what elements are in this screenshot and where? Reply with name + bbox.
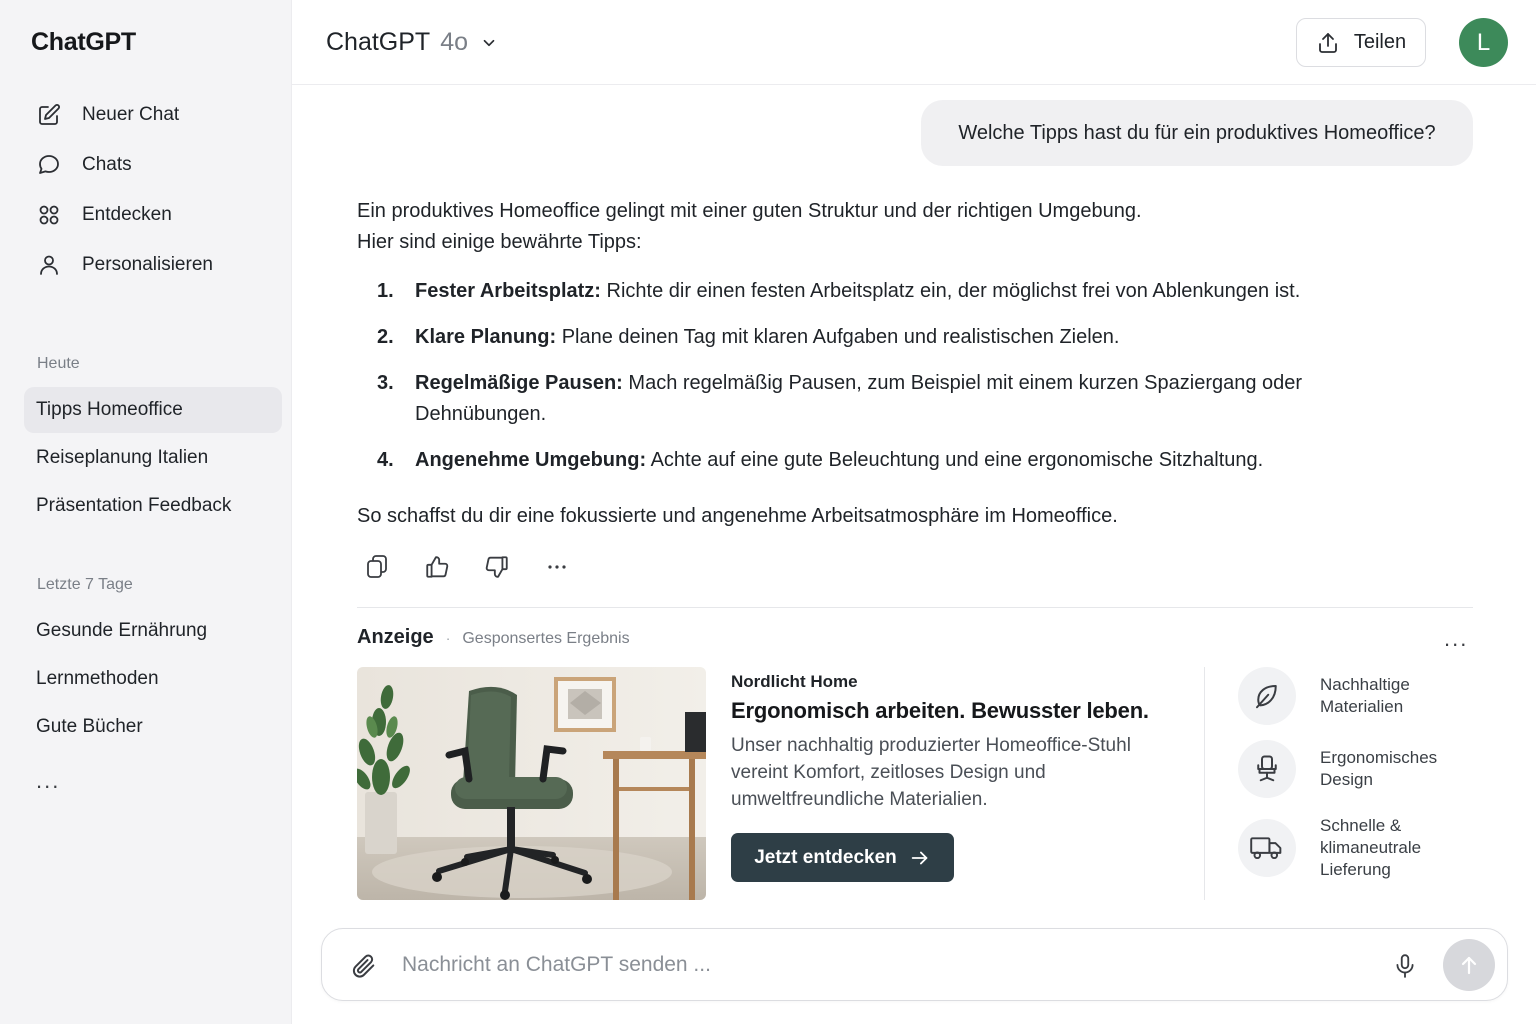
- user-message: Welche Tipps hast du für ein produktives…: [921, 100, 1473, 166]
- history-item[interactable]: Gesunde Ernährung: [24, 608, 282, 654]
- nav-new-chat[interactable]: Neuer Chat: [24, 90, 282, 140]
- list-number: 2.: [377, 326, 394, 348]
- section-label-last-7-days: Letzte 7 Tage: [37, 576, 133, 593]
- divider: [357, 607, 1473, 608]
- leaf-icon: [1238, 667, 1296, 725]
- feature-item: Ergonomisches Design: [1238, 740, 1470, 798]
- sidebar-nav: Neuer Chat Chats Entdecken Personalisier…: [24, 90, 282, 290]
- message-input[interactable]: [402, 947, 1342, 983]
- cta-label: Jetzt entdecken: [754, 846, 897, 868]
- history-last-7-days: Gesunde Ernährung Lernmethoden Gute Büch…: [24, 608, 282, 752]
- feature-item: Schnelle & klimaneutrale Lieferung: [1238, 815, 1470, 881]
- feature-label: Schnelle & klimaneutrale Lieferung: [1320, 816, 1422, 879]
- list-number: 4.: [377, 449, 394, 471]
- answer-intro-line: Ein produktives Homeoffice gelingt mit e…: [357, 200, 1142, 222]
- chat-bubble-icon: [36, 152, 62, 178]
- top-bar: ChatGPT 4o Teilen L: [292, 0, 1536, 85]
- ad-description: Unser nachhaltig produzierter Homeoffice…: [731, 735, 1131, 810]
- tip-text: Plane deinen Tag mit klaren Aufgaben und…: [561, 326, 1120, 348]
- ad-brand: Nordlicht Home: [731, 672, 858, 691]
- tip-title: Angenehme Umgebung:: [415, 449, 647, 471]
- nav-label: Neuer Chat: [82, 104, 180, 125]
- arrow-right-icon: [909, 847, 931, 869]
- nav-discover[interactable]: Entdecken: [24, 190, 282, 240]
- ad-separator: ·: [445, 630, 451, 646]
- paperclip-icon[interactable]: [350, 951, 378, 981]
- history-item[interactable]: Reiseplanung Italien: [24, 435, 282, 481]
- copy-icon: [365, 554, 389, 580]
- ad-header: Anzeige · Gesponsertes Ergebnis: [357, 626, 630, 649]
- share-label: Teilen: [1353, 31, 1407, 53]
- history-item[interactable]: Präsentation Feedback: [24, 483, 282, 529]
- tip-text: Achte auf eine gute Beleuchtung und eine…: [650, 449, 1264, 471]
- model-version: 4o: [440, 28, 469, 56]
- model-selector[interactable]: ChatGPT 4o: [326, 28, 498, 57]
- history-item-active[interactable]: Tipps Homeoffice: [24, 387, 282, 433]
- arrow-up-icon: [1457, 953, 1481, 977]
- message-actions: [364, 553, 604, 581]
- microphone-icon[interactable]: [1392, 951, 1418, 981]
- feature-item: Nachhaltige Materialien: [1238, 667, 1470, 725]
- model-name: ChatGPT: [326, 28, 431, 56]
- tip-text: Richte dir einen festen Arbeitsplatz ein…: [606, 280, 1301, 302]
- tip-title: Klare Planung:: [415, 326, 557, 348]
- ad-more-button[interactable]: ...: [1444, 626, 1468, 652]
- nav-personalize[interactable]: Personalisieren: [24, 240, 282, 290]
- copy-button[interactable]: [364, 553, 390, 581]
- grid-icon: [36, 202, 62, 228]
- ad-label: Anzeige: [357, 626, 434, 648]
- thumbs-up-button[interactable]: [424, 553, 450, 581]
- chair-icon: [1238, 740, 1296, 798]
- list-number: 3.: [377, 372, 394, 394]
- tip-title: Fester Arbeitsplatz:: [415, 280, 601, 302]
- nav-chats[interactable]: Chats: [24, 140, 282, 190]
- share-icon: [1316, 31, 1340, 55]
- nav-label: Chats: [82, 154, 132, 175]
- nav-label: Entdecken: [82, 204, 172, 225]
- thumbs-down-icon: [484, 554, 510, 580]
- sidebar: ChatGPT Neuer Chat Chats Entdecken Perso…: [0, 0, 292, 1024]
- answer-intro: Ein produktives Homeoffice gelingt mit e…: [357, 196, 1357, 258]
- ad-title[interactable]: Ergonomisch arbeiten. Bewusster leben.: [731, 698, 1149, 724]
- avatar[interactable]: L: [1459, 18, 1508, 67]
- more-options-button[interactable]: [544, 553, 570, 581]
- chevron-down-icon: [480, 34, 498, 52]
- list-number: 1.: [377, 280, 394, 302]
- tip-title: Regelmäßige Pausen:: [415, 372, 623, 394]
- message-composer: [321, 928, 1508, 1001]
- brand-title: ChatGPT: [31, 28, 136, 56]
- history-item[interactable]: Lernmethoden: [24, 656, 282, 702]
- list-item: 1. Fester Arbeitsplatz: Richte dir einen…: [357, 276, 1357, 307]
- vertical-divider: [1204, 667, 1205, 900]
- assistant-message: Ein produktives Homeoffice gelingt mit e…: [357, 196, 1357, 532]
- feature-label: Nachhaltige Materialien: [1320, 675, 1410, 716]
- list-item: 2. Klare Planung: Plane deinen Tag mit k…: [357, 322, 1357, 353]
- answer-intro-line: Hier sind einige bewährte Tipps:: [357, 231, 642, 253]
- section-label-today: Heute: [37, 355, 80, 372]
- edit-icon: [36, 102, 62, 128]
- sidebar-more-button[interactable]: ...: [36, 768, 60, 794]
- thumbs-up-icon: [424, 554, 450, 580]
- history-item[interactable]: Gute Bücher: [24, 704, 282, 750]
- truck-icon: [1238, 819, 1296, 877]
- nav-label: Personalisieren: [82, 254, 213, 275]
- cta-button[interactable]: Jetzt entdecken: [731, 833, 954, 882]
- more-icon: [545, 555, 569, 579]
- share-button[interactable]: Teilen: [1296, 18, 1426, 67]
- history-today: Tipps Homeoffice Reiseplanung Italien Pr…: [24, 387, 282, 531]
- send-button[interactable]: [1443, 939, 1495, 991]
- list-item: 3. Regelmäßige Pausen: Mach regelmäßig P…: [357, 368, 1357, 430]
- thumbs-down-button[interactable]: [484, 553, 510, 581]
- feature-label: Ergonomisches Design: [1320, 748, 1438, 789]
- person-icon: [36, 252, 62, 278]
- ad-product-image[interactable]: [357, 667, 706, 900]
- list-item: 4. Angenehme Umgebung: Achte auf eine gu…: [357, 445, 1357, 476]
- answer-outro: So schaffst du dir eine fokussierte und …: [357, 505, 1118, 527]
- tips-list: 1. Fester Arbeitsplatz: Richte dir einen…: [357, 276, 1357, 476]
- ad-sublabel: Gesponsertes Ergebnis: [462, 630, 630, 647]
